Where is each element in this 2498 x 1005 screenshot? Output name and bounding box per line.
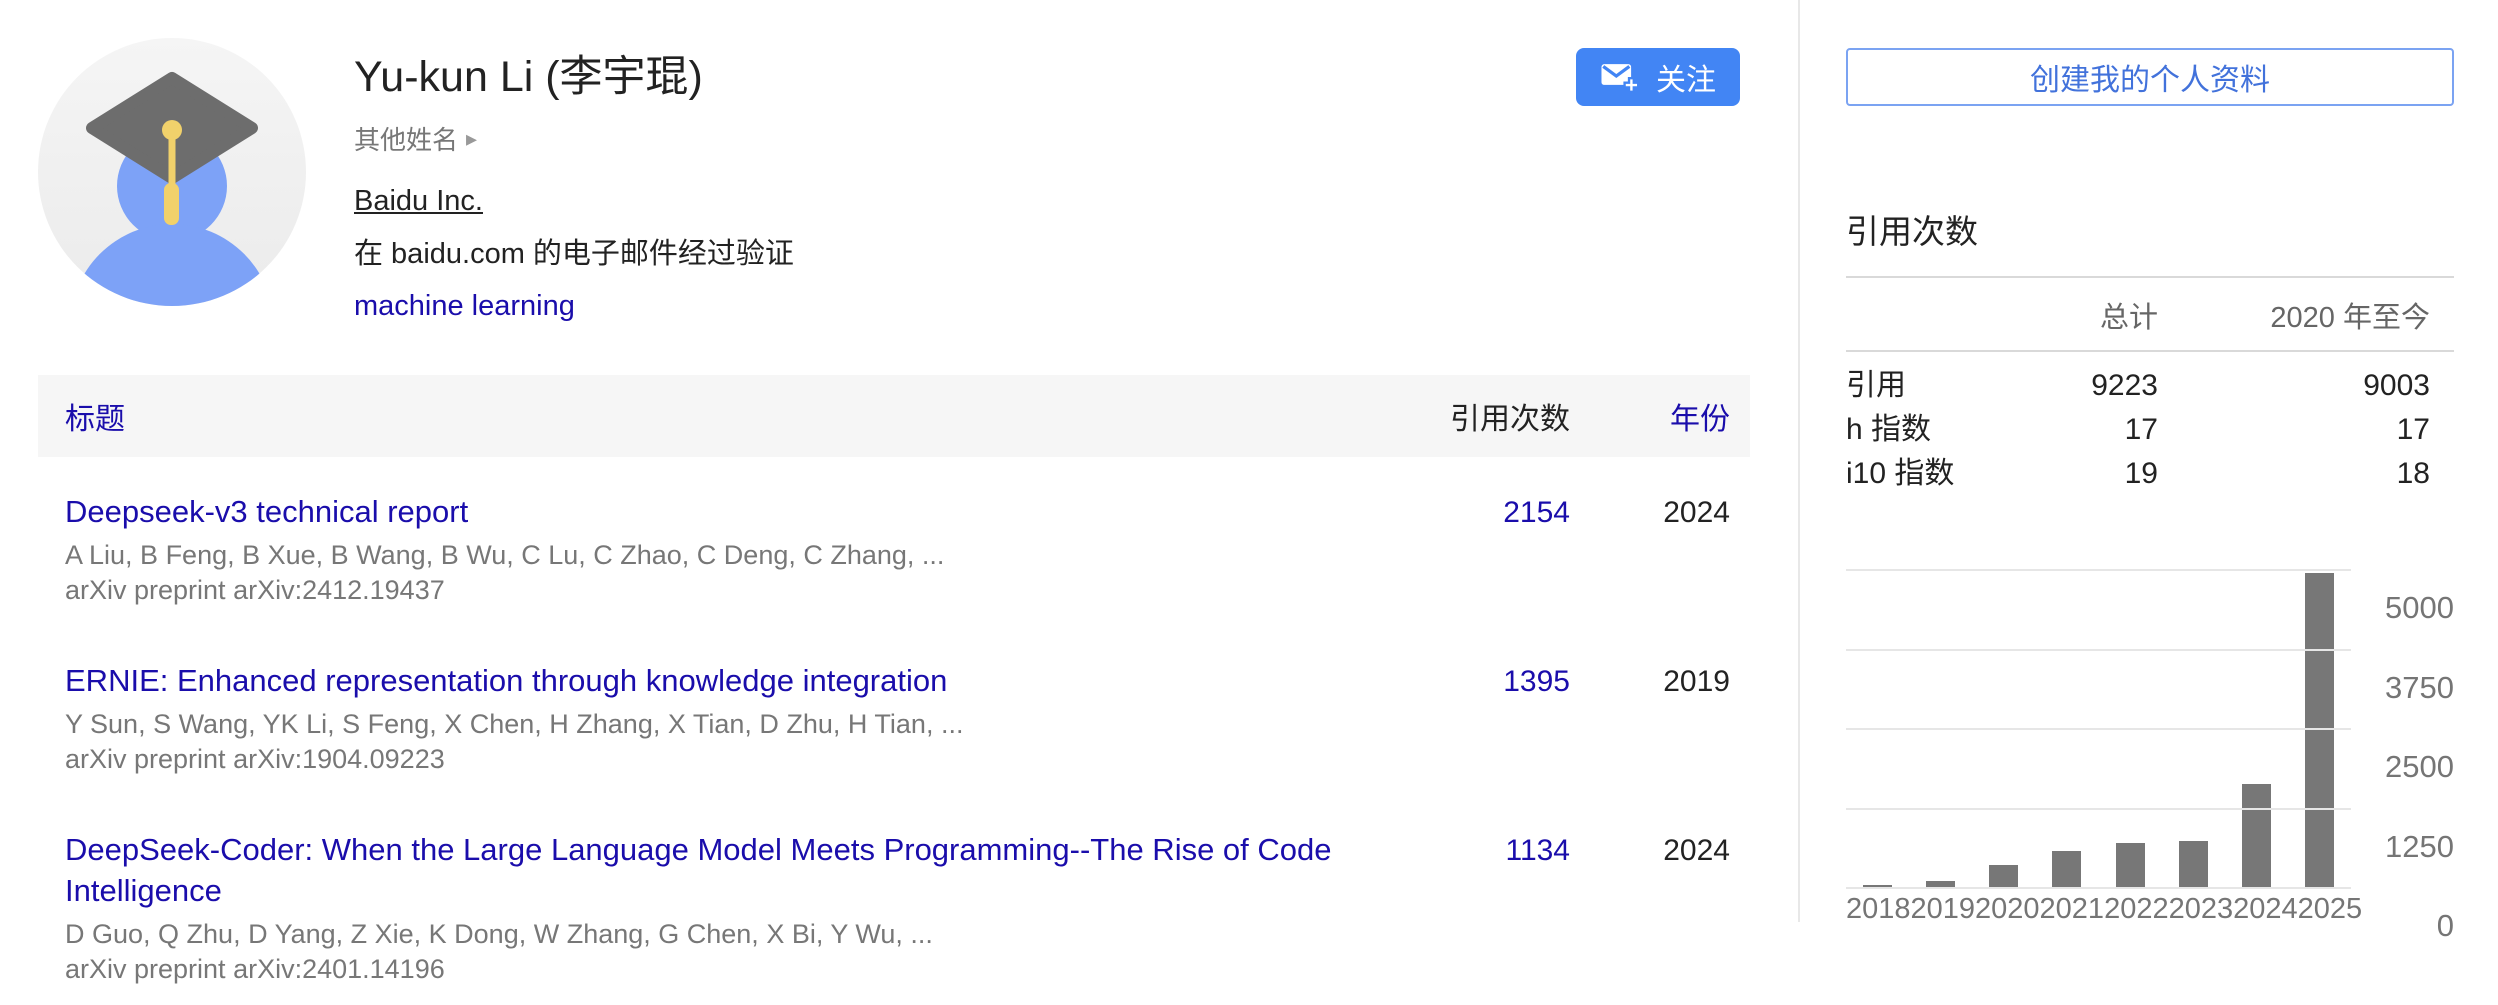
chart-ytick-label: 1250 xyxy=(2358,828,2454,866)
article-authors: Y Sun, S Wang, YK Li, S Feng, X Chen, H … xyxy=(65,707,1378,742)
sort-by-year-link[interactable]: 年份 xyxy=(1670,403,1730,436)
sidebar: 创建我的个人资料 引用次数 总计 2020 年至今 引用 9223 9003 h… xyxy=(1800,0,2498,922)
sort-by-title-link[interactable]: 标题 xyxy=(65,403,125,436)
citation-metric-all: 9223 xyxy=(2008,364,2158,408)
chart-year-label: 2020 xyxy=(1975,893,2040,926)
chart-ytick-label: 2500 xyxy=(2358,748,2454,786)
article-list: Deepseek-v3 technical report A Liu, B Fe… xyxy=(38,457,1750,1005)
article-title-link[interactable]: Deepseek-v3 technical report xyxy=(65,494,468,529)
chevron-right-icon: ▸ xyxy=(466,126,477,152)
chart-year-label: 2018 xyxy=(1846,893,1911,926)
article-authors: A Liu, B Feng, B Xue, B Wang, B Wu, C Lu… xyxy=(65,538,1378,573)
interest-link-machine-learning[interactable]: machine learning xyxy=(354,290,575,322)
affiliation-link[interactable]: Baidu Inc. xyxy=(354,185,483,217)
follow-email-plus-icon xyxy=(1600,61,1640,94)
follow-button[interactable]: 关注 xyxy=(1576,48,1740,106)
chart-ytick-label: 5000 xyxy=(2358,589,2454,627)
articles-table-header: 标题 引用次数 年份 xyxy=(38,375,1750,457)
citation-metric-row: 引用 9223 9003 xyxy=(1846,364,2454,408)
article-venue: arXiv preprint arXiv:2412.19437 xyxy=(65,573,1378,608)
chart-year-label: 2021 xyxy=(2040,893,2105,926)
article-citation-count-link[interactable]: 1134 xyxy=(1505,834,1570,867)
article-venue: arXiv preprint arXiv:2401.14196 xyxy=(65,952,1378,987)
profile-name: Yu-kun Li (李宇琨) xyxy=(354,42,1576,104)
chart-gridline xyxy=(1846,728,2351,730)
avatar xyxy=(38,38,306,306)
articles-table: 标题 引用次数 年份 Deepseek-v3 technical report … xyxy=(38,375,1750,1005)
follow-wrap: 关注 xyxy=(1576,48,1740,106)
article-year: 2024 xyxy=(1570,491,1730,608)
article-year: 2024 xyxy=(1570,829,1730,987)
citations-chart: 20182019202020212022202320242025 0125025… xyxy=(1846,570,2454,926)
sort-by-citations-header[interactable]: 引用次数 xyxy=(1390,394,1570,438)
chart-bar-2020[interactable] xyxy=(1989,865,2018,888)
citations-stats-rows: 引用 9223 9003 h 指数 17 17 i10 指数 19 18 xyxy=(1846,364,2454,496)
chart-bar-2023[interactable] xyxy=(2179,841,2208,888)
chart-ytick-label: 3750 xyxy=(2358,669,2454,707)
chart-year-label: 2024 xyxy=(2233,893,2298,926)
chart-gridline xyxy=(1846,808,2351,810)
article-venue: arXiv preprint arXiv:1904.09223 xyxy=(65,742,1378,777)
affiliation: Baidu Inc. xyxy=(354,185,1576,218)
citation-metric-since: 9003 xyxy=(2158,364,2430,408)
col-header-since-2020: 2020 年至今 xyxy=(2158,294,2430,336)
article-title-link[interactable]: DeepSeek-Coder: When the Large Language … xyxy=(65,832,1332,908)
citations-stats-header: 总计 2020 年至今 xyxy=(1846,278,2454,352)
chart-ytick-label: 0 xyxy=(2358,907,2454,945)
scholar-avatar-icon xyxy=(38,38,306,306)
citation-metric-row: i10 指数 19 18 xyxy=(1846,452,2454,496)
chart-bar-2022[interactable] xyxy=(2116,843,2145,888)
article-title-link[interactable]: ERNIE: Enhanced representation through k… xyxy=(65,663,947,698)
profile-header: Yu-kun Li (李宇琨) 其他姓名 ▸ Baidu Inc. 在 baid… xyxy=(38,38,1750,323)
chart-plot-area xyxy=(1846,570,2351,888)
citation-metric-since: 17 xyxy=(2158,408,2430,452)
verified-email: 在 baidu.com 的电子邮件经过验证 xyxy=(354,230,1576,272)
article-year: 2019 xyxy=(1570,660,1730,777)
citation-metric-all: 19 xyxy=(2008,452,2158,496)
article-row: Deepseek-v3 technical report A Liu, B Fe… xyxy=(38,457,1750,626)
chart-gridline xyxy=(1846,649,2351,651)
citation-metric-label[interactable]: h 指数 xyxy=(1846,408,2008,452)
chart-gridline xyxy=(1846,887,2351,889)
article-citation-count-link[interactable]: 2154 xyxy=(1503,496,1570,529)
chart-x-axis-labels: 20182019202020212022202320242025 xyxy=(1846,893,2351,926)
chart-bar-2024[interactable] xyxy=(2242,784,2271,888)
follow-button-label: 关注 xyxy=(1656,55,1716,99)
profile-info: Yu-kun Li (李宇琨) 其他姓名 ▸ Baidu Inc. 在 baid… xyxy=(354,38,1576,323)
citations-stats-table: 总计 2020 年至今 引用 9223 9003 h 指数 17 17 i10 … xyxy=(1846,276,2454,496)
col-header-all: 总计 xyxy=(2008,294,2158,336)
main-column: Yu-kun Li (李宇琨) 其他姓名 ▸ Baidu Inc. 在 baid… xyxy=(0,0,1800,922)
create-profile-button[interactable]: 创建我的个人资料 xyxy=(1846,48,2454,106)
article-authors: D Guo, Q Zhu, D Yang, Z Xie, K Dong, W Z… xyxy=(65,917,1378,952)
citations-heading: 引用次数 xyxy=(1846,212,2454,252)
chart-bar-2021[interactable] xyxy=(2052,851,2081,888)
citation-metric-row: h 指数 17 17 xyxy=(1846,408,2454,452)
other-names-toggle[interactable]: 其他姓名 ▸ xyxy=(354,120,477,157)
article-row: DeepSeek-Coder: When the Large Language … xyxy=(38,795,1750,1005)
chart-year-label: 2022 xyxy=(2104,893,2169,926)
chart-gridline xyxy=(1846,569,2351,571)
chart-bar-2025[interactable] xyxy=(2305,573,2334,888)
citation-metric-label[interactable]: i10 指数 xyxy=(1846,452,2008,496)
citation-metric-label[interactable]: 引用 xyxy=(1846,364,2008,408)
interests: machine learning xyxy=(354,290,1576,323)
chart-year-label: 2023 xyxy=(2169,893,2234,926)
chart-year-label: 2025 xyxy=(2298,893,2363,926)
citation-metric-all: 17 xyxy=(2008,408,2158,452)
scholar-profile-page: Yu-kun Li (李宇琨) 其他姓名 ▸ Baidu Inc. 在 baid… xyxy=(0,0,2498,922)
chart-year-label: 2019 xyxy=(1911,893,1976,926)
article-row: ERNIE: Enhanced representation through k… xyxy=(38,626,1750,795)
citation-metric-since: 18 xyxy=(2158,452,2430,496)
article-citation-count-link[interactable]: 1395 xyxy=(1503,665,1570,698)
other-names-label: 其他姓名 xyxy=(354,120,458,157)
